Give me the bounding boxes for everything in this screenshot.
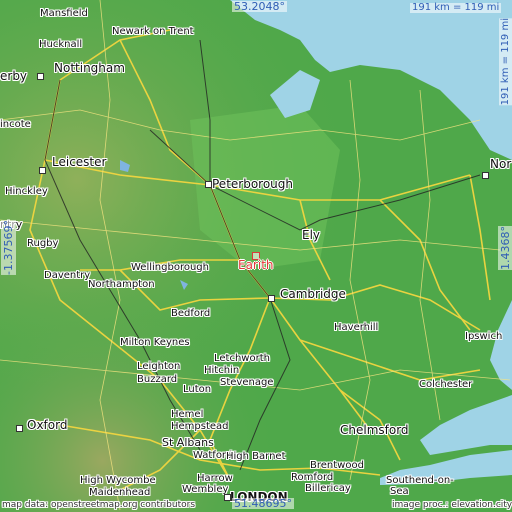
city-label-newark: Newark on Trent [112,26,194,37]
city-label-buzzard: Buzzard [137,374,178,385]
city-label-st-albans: St Albans [162,436,214,449]
city-label-daventry: Daventry [44,270,91,281]
city-label-high-barnet: High Barnet [226,451,286,462]
earith-label: Earith [238,258,274,272]
city-label-wellingborough: Wellingborough [131,262,209,273]
city-label-hinckley: Hinckley [5,186,48,197]
city-label-colchester: Colchester [419,379,473,390]
scale-horizontal-label: 191 km = 119 mi [410,2,502,13]
city-label-northampton: Northampton [88,279,155,290]
city-dot-nottingham [37,73,44,80]
credit-map-data: map data: openstreetmap.org contributors [2,500,196,510]
left-longitude-label: -1.37569° [1,220,16,275]
city-label-brentwood: Brentwood [310,460,364,471]
city-label-hucknall: Hucknall [39,39,83,50]
city-label-romford: Romford [291,472,334,483]
city-label-ely: Ely [302,228,321,242]
city-label-bedford: Bedford [171,308,211,319]
city-label-letchworth: Letchworth [214,353,270,364]
city-label-wembley: Wembley [182,484,229,495]
city-label-lincote: incote [0,119,31,130]
city-label-norwich: Nor [490,157,512,171]
city-label-rugby: Rugby [27,238,59,249]
city-label-hempstead: Hempstead [171,421,229,432]
city-label-derby: erby [0,69,28,83]
city-label-peterborough: Peterborough [212,177,294,191]
map-view[interactable]: Earith Mansfield Newark on Trent Hucknal… [0,0,512,512]
city-label-milton-keynes: Milton Keynes [120,337,190,348]
city-dot-leicester [39,167,46,174]
city-label-leicester: Leicester [52,155,107,169]
city-dot-oxford [16,425,23,432]
city-label-haverhill: Haverhill [334,322,379,333]
city-label-oxford: Oxford [27,418,68,432]
credit-image-proc: image proc.: elevation.city [392,500,512,510]
city-label-harrow: Harrow [197,473,233,484]
city-dot-peterborough [205,181,212,188]
right-longitude-label: 1.4368° [498,226,512,270]
city-label-stevenage: Stevenage [220,377,274,388]
city-label-ipswich: Ipswich [465,331,503,342]
city-dot-norwich [482,172,489,179]
city-dot-london [224,494,231,501]
city-label-nottingham: Nottingham [54,61,125,75]
city-dot-cambridge [268,295,275,302]
city-label-billericay: Billericay [305,483,351,494]
scale-vertical-label: 191 km = 119 mi [499,18,512,106]
city-label-southend-sea: Sea [390,486,409,497]
city-label-hitchin: Hitchin [204,365,240,376]
city-label-leighton: Leighton [137,361,181,372]
city-label-maidenhead: Maidenhead [89,487,151,498]
bottom-latitude-label: 51.48695° [232,497,294,510]
top-latitude-label: 53.2048° [232,0,287,13]
city-label-chelmsford: Chelmsford [340,423,409,437]
city-label-high-wycombe: High Wycombe [80,475,156,486]
city-label-southend: Southend-on- [386,475,454,486]
city-label-cambridge: Cambridge [280,287,346,301]
city-label-mansfield: Mansfield [40,8,88,19]
city-label-luton: Luton [183,384,212,395]
city-label-hemel: Hemel [171,409,204,420]
